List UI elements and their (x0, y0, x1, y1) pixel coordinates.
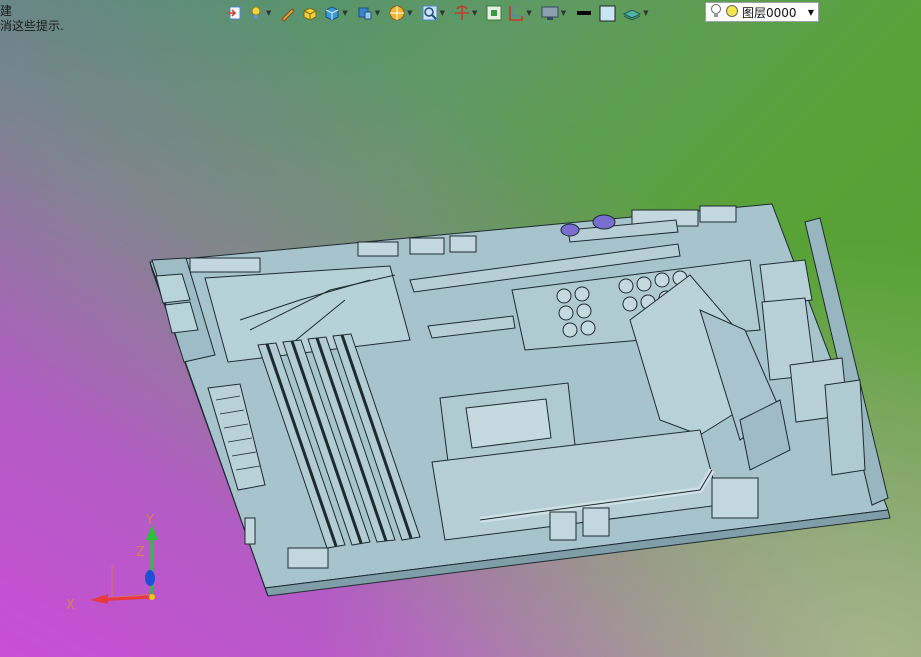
pencil-icon (279, 4, 297, 22)
line-color-button[interactable] (573, 3, 595, 23)
graphics-viewport[interactable]: Y Z X (0, 0, 921, 657)
chevron-down-icon[interactable]: ▼ (561, 9, 566, 17)
x-axis-label: X (66, 598, 75, 613)
zoom-button[interactable]: ▼ (420, 3, 450, 23)
import-button[interactable] (224, 3, 244, 23)
cube-button[interactable]: ▼ (322, 3, 352, 23)
lightbulb-icon[interactable] (710, 3, 722, 22)
box-yellow-icon (301, 4, 319, 22)
pencil-button[interactable] (278, 3, 298, 23)
layer-select[interactable]: 图层0000 ▼ (705, 2, 819, 22)
layer-plane-button[interactable]: ▼ (621, 3, 653, 23)
chevron-down-icon[interactable]: ▼ (440, 9, 445, 17)
chevron-down-icon[interactable]: ▼ (643, 9, 648, 17)
chevron-down-icon[interactable]: ▼ (342, 9, 347, 17)
section-button[interactable]: ▼ (506, 3, 536, 23)
display-button[interactable]: ▼ (539, 3, 571, 23)
y-axis-label: Y (145, 513, 154, 528)
line-color-icon (574, 4, 594, 22)
layer-select-value: 图层0000 (742, 5, 797, 20)
fit-view-button[interactable] (484, 3, 504, 23)
zoom-icon (421, 4, 439, 22)
fit-view-icon (485, 4, 503, 22)
fill-color-button[interactable] (597, 3, 619, 23)
motherboard-model[interactable] (149, 203, 891, 597)
render-style-icon (388, 4, 406, 22)
rotate-icon (453, 4, 471, 22)
layer-color-icon[interactable] (725, 4, 739, 21)
chevron-down-icon[interactable]: ▼ (266, 9, 271, 17)
layer-plane-icon (622, 4, 642, 22)
section-icon (507, 4, 525, 22)
rotate-button[interactable]: ▼ (452, 3, 482, 23)
chevron-down-icon[interactable]: ▼ (375, 9, 380, 17)
chevron-down-icon[interactable]: ▼ (407, 9, 412, 17)
chevron-down-icon[interactable]: ▼ (472, 9, 477, 17)
view-orientation-button[interactable]: ▼ (355, 3, 385, 23)
cube-icon (323, 4, 341, 22)
import-icon (225, 4, 243, 22)
render-style-button[interactable]: ▼ (387, 3, 417, 23)
chevron-down-icon[interactable]: ▼ (526, 9, 531, 17)
light-button[interactable]: ▼ (246, 3, 276, 23)
z-axis-label: Z (136, 545, 145, 560)
solid-box-button[interactable] (300, 3, 320, 23)
z-axis-arrow (145, 570, 155, 586)
fill-color-icon (598, 4, 618, 22)
view-cube-icon (356, 4, 374, 22)
light-icon (247, 4, 265, 22)
view-toolbar: ▼ ▼ ▼ ▼ ▼ ▼ ▼ ▼ ▼ (224, 2, 654, 24)
monitor-icon (540, 4, 560, 22)
chevron-down-icon[interactable]: ▼ (804, 8, 818, 17)
axis-triad (90, 525, 158, 604)
